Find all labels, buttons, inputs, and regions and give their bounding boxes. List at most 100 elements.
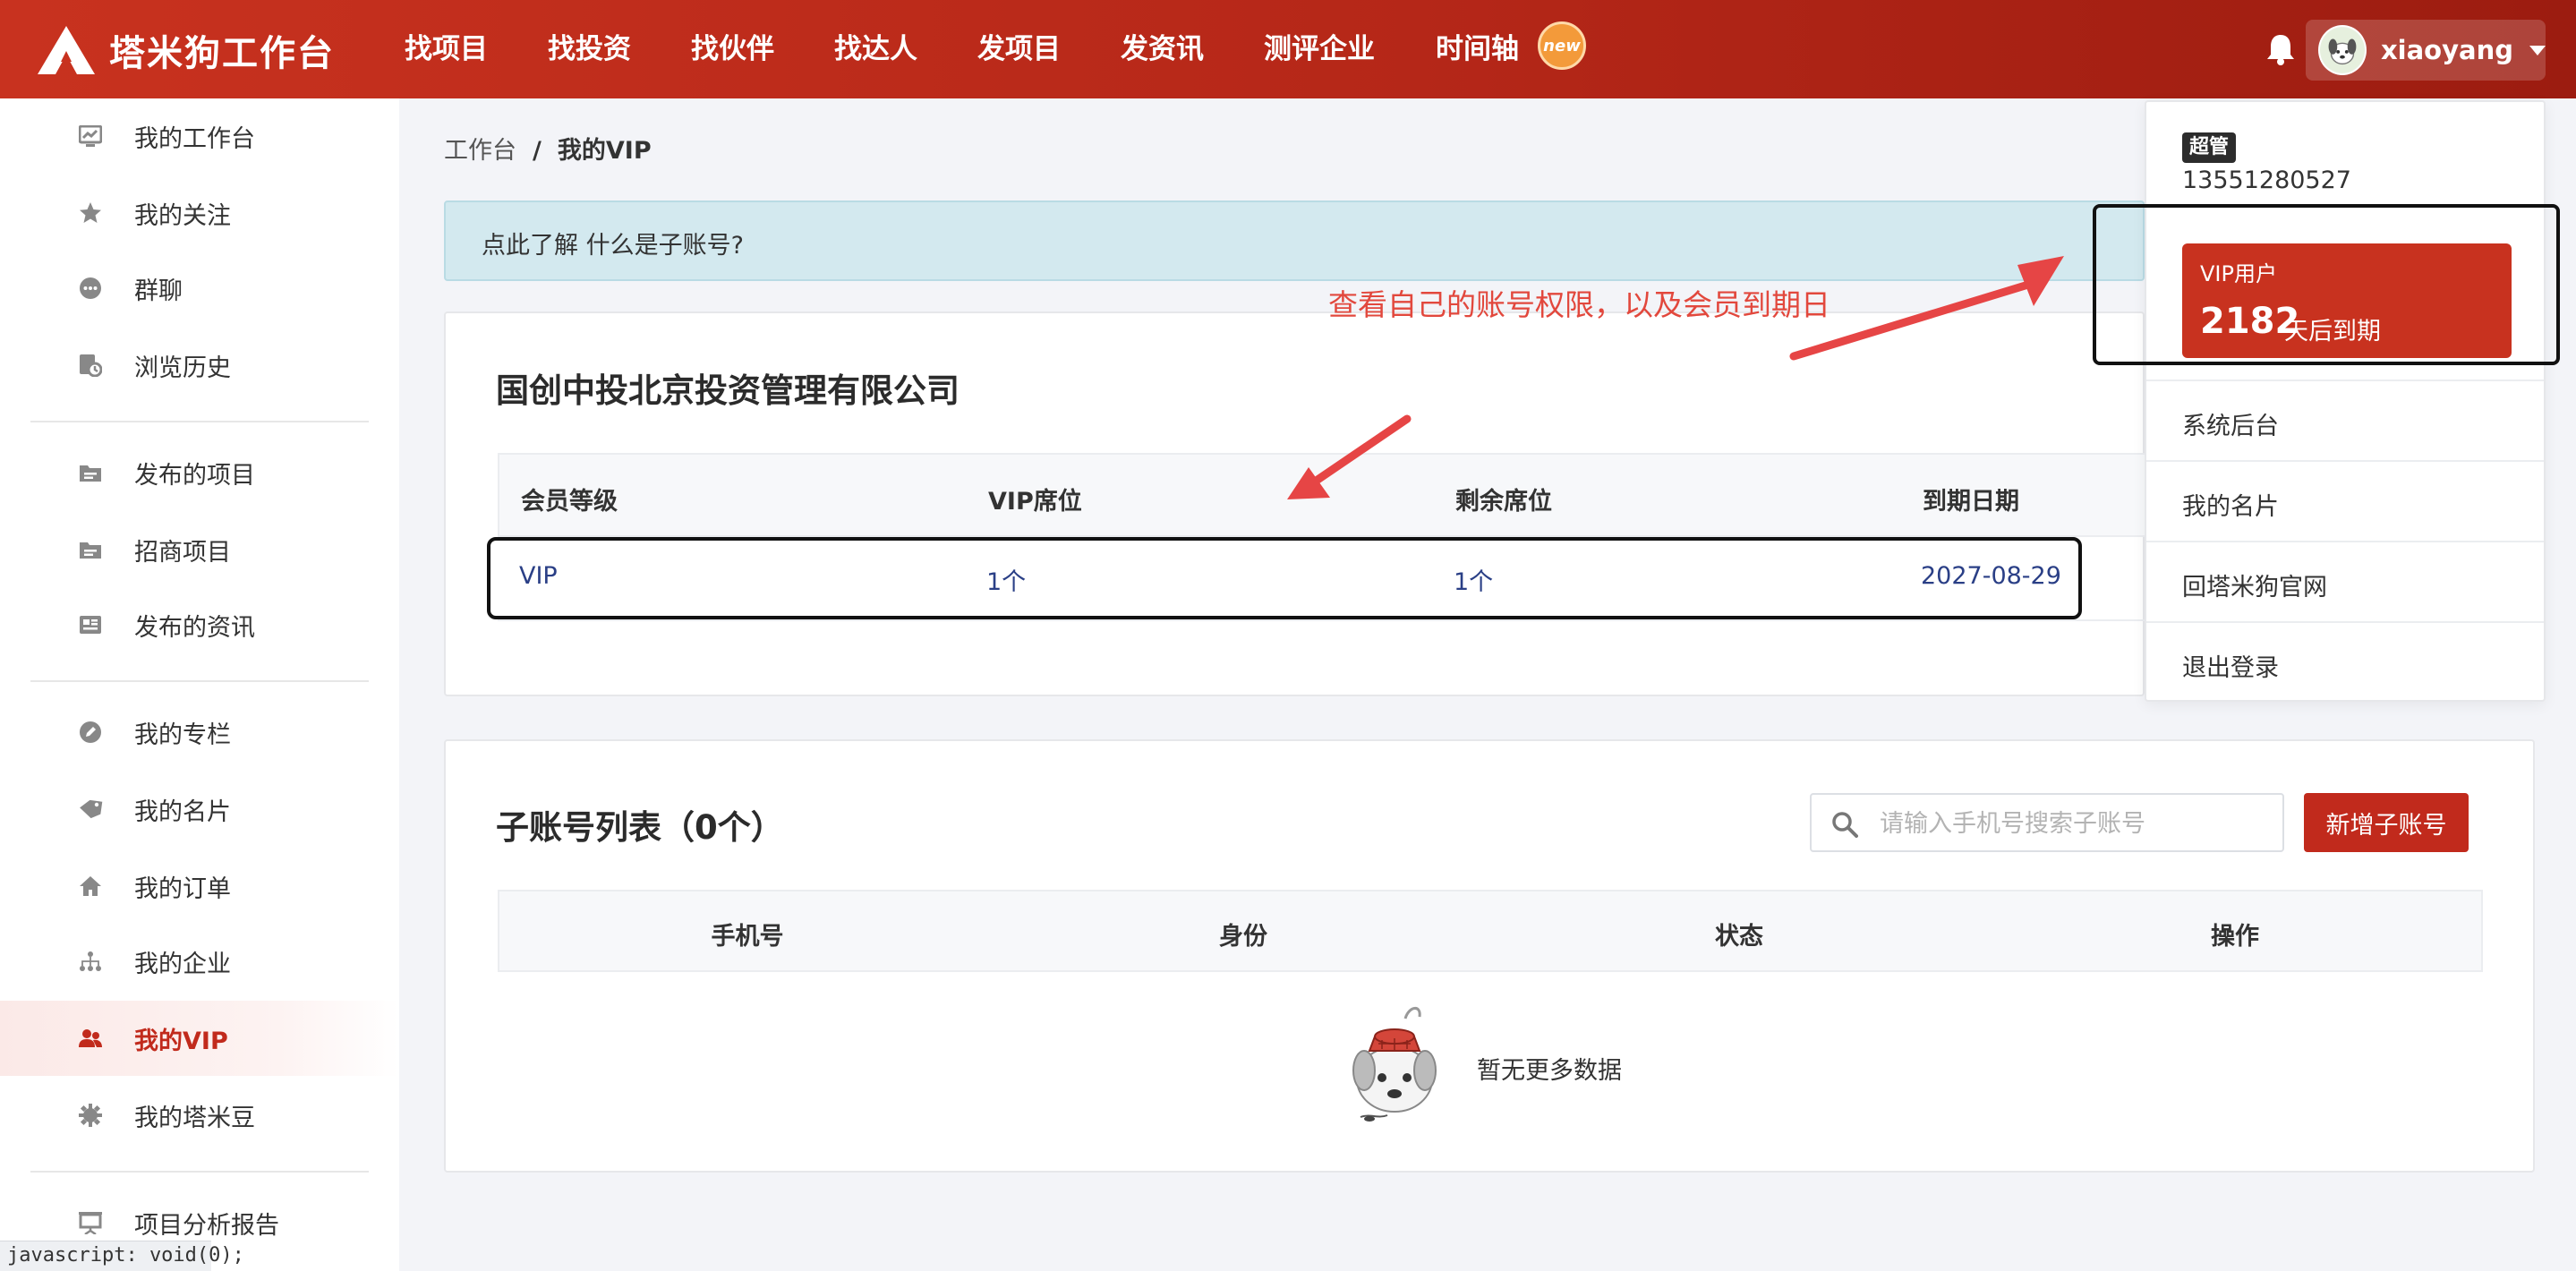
empty-dog-mascot-icon [1352, 1007, 1437, 1122]
nav-publish-project[interactable]: 发项目 [977, 30, 1061, 68]
gear-icon [77, 1102, 104, 1129]
column-header: 身份 [1219, 923, 1267, 951]
nav-find-experts[interactable]: 找达人 [834, 30, 917, 68]
menu-item-system-admin[interactable]: 系统后台 [2146, 380, 2544, 460]
dashboard-icon [77, 123, 104, 149]
sidebar-item-label: 我的订单 [134, 874, 231, 903]
sidebar-item-label: 我的名片 [134, 798, 231, 826]
folder-icon [77, 459, 104, 486]
user-name: xiaoyang [2380, 35, 2513, 65]
avatar [2318, 25, 2367, 75]
empty-state: 暂无更多数据 [1343, 1001, 1701, 1135]
nav-find-investment[interactable]: 找投资 [548, 30, 631, 68]
sidebar-divider [30, 680, 369, 682]
brand-name: 塔米狗工作台 [109, 33, 335, 74]
breadcrumb-workbench[interactable]: 工作台 [444, 137, 516, 165]
breadcrumb-separator: / [533, 137, 542, 165]
column-header: 操作 [2211, 923, 2259, 951]
brand-logo[interactable]: 塔米狗工作台 [36, 23, 335, 77]
presentation-icon [77, 1209, 104, 1236]
annotation-highlight-vip-card [2093, 204, 2560, 365]
menu-item-business-card[interactable]: 我的名片 [2146, 460, 2544, 541]
empty-state-text: 暂无更多数据 [1477, 1057, 1622, 1085]
sub-account-info-link[interactable]: 点此了解 什么是子账号? [482, 226, 744, 260]
column-header: 手机号 [711, 923, 784, 951]
sidebar-item-label: 项目分析报告 [134, 1211, 279, 1240]
menu-item-label: 回塔米狗官网 [2182, 574, 2327, 601]
tag-icon [77, 796, 104, 823]
user-dropdown-menu: 超管 13551280527 VIP用户 2182 天后到期 系统后台 我的名片… [2145, 100, 2546, 702]
add-sub-account-button[interactable]: 新增子账号 [2304, 793, 2469, 852]
sub-account-search[interactable] [1810, 793, 2284, 852]
sidebar-item-label: 浏览历史 [134, 354, 231, 382]
user-menu-toggle[interactable]: xiaoyang [2306, 20, 2546, 81]
sidebar-item-orders[interactable]: 我的订单 [0, 849, 399, 924]
sidebar: 我的工作台 我的关注 群聊 浏览历史 发布的项目 招商项目 发布的资讯 我的专栏… [0, 98, 399, 1271]
history-icon [77, 352, 104, 379]
chevron-down-icon [2529, 45, 2546, 55]
news-icon [77, 611, 104, 638]
sidebar-item-label: 我的VIP [134, 1027, 228, 1055]
browser-status-bar: javascript: void(0); [0, 1241, 244, 1271]
column-header: 会员等级 [521, 488, 618, 516]
role-badge: 超管 [2182, 132, 2237, 163]
sidebar-item-published-projects[interactable]: 发布的项目 [0, 435, 399, 510]
nav-find-projects[interactable]: 找项目 [405, 30, 488, 68]
sidebar-item-my-column[interactable]: 我的专栏 [0, 695, 399, 770]
menu-item-label: 系统后台 [2182, 413, 2279, 440]
column-header: VIP席位 [988, 488, 1082, 516]
home-icon [77, 873, 104, 900]
sidebar-item-label: 我的企业 [134, 950, 231, 978]
sidebar-item-group-chat[interactable]: 群聊 [0, 251, 399, 326]
nav-publish-news[interactable]: 发资讯 [1121, 30, 1204, 68]
pen-icon [77, 719, 104, 746]
star-icon [77, 200, 104, 226]
tamigou-logo-icon [38, 26, 95, 74]
sidebar-item-label: 我的塔米豆 [134, 1104, 255, 1132]
nav-timeline[interactable]: 时间轴 [1436, 30, 1519, 68]
sidebar-item-label: 发布的项目 [134, 461, 255, 490]
sidebar-item-label: 招商项目 [134, 538, 231, 567]
menu-item-official-site[interactable]: 回塔米狗官网 [2146, 541, 2544, 621]
column-header: 状态 [1715, 923, 1763, 951]
sidebar-item-dashboard[interactable]: 我的工作台 [0, 98, 399, 174]
column-header: 剩余席位 [1455, 488, 1552, 516]
dog-avatar-icon [2320, 28, 2365, 73]
sidebar-item-published-news[interactable]: 发布的资讯 [0, 587, 399, 662]
sidebar-item-label: 我的工作台 [134, 124, 255, 153]
sidebar-item-following[interactable]: 我的关注 [0, 175, 399, 251]
annotation-text: 查看自己的账号权限，以及会员到期日 [1328, 287, 1830, 322]
users-icon [77, 1025, 104, 1052]
company-membership-card: 国创中投北京投资管理有限公司 会员等级 VIP席位 剩余席位 到期日期 VIP … [444, 311, 2146, 696]
sidebar-item-history[interactable]: 浏览历史 [0, 328, 399, 403]
user-phone: 13551280527 [2182, 166, 2351, 194]
membership-table-header: 会员等级 VIP席位 剩余席位 到期日期 [498, 453, 2146, 537]
breadcrumb: 工作台 / 我的VIP [444, 131, 652, 166]
sub-account-list-title: 子账号列表（0个） [496, 808, 784, 847]
sidebar-item-my-company[interactable]: 我的企业 [0, 924, 399, 999]
sidebar-item-my-vip[interactable]: 我的VIP [0, 1001, 399, 1076]
sub-account-search-input[interactable] [1880, 806, 2265, 841]
breadcrumb-current: 我的VIP [557, 137, 652, 165]
chat-icon [77, 275, 104, 302]
search-icon [1832, 812, 1858, 838]
nav-find-partners[interactable]: 找伙伴 [691, 30, 774, 68]
sidebar-item-business-card[interactable]: 我的名片 [0, 772, 399, 847]
sidebar-item-label: 我的专栏 [134, 721, 231, 749]
org-icon [77, 948, 104, 975]
company-name: 国创中投北京投资管理有限公司 [496, 371, 960, 410]
bell-icon[interactable] [2265, 32, 2297, 66]
nav-evaluate-company[interactable]: 测评企业 [1264, 30, 1375, 68]
sidebar-item-investment-projects[interactable]: 招商项目 [0, 512, 399, 587]
sidebar-item-tami-beans[interactable]: 我的塔米豆 [0, 1078, 399, 1153]
sidebar-divider [30, 1171, 369, 1173]
sidebar-item-label: 发布的资讯 [134, 613, 255, 642]
menu-item-label: 退出登录 [2182, 654, 2279, 682]
sidebar-item-label: 群聊 [134, 277, 183, 305]
sub-account-table-header: 手机号 身份 状态 操作 [498, 890, 2483, 972]
annotation-highlight-membership-row [487, 537, 2082, 619]
menu-item-logout[interactable]: 退出登录 [2146, 621, 2544, 702]
folder-icon [77, 536, 104, 563]
menu-item-label: 我的名片 [2182, 493, 2279, 521]
sub-account-info-bar[interactable]: 点此了解 什么是子账号? [444, 200, 2145, 281]
